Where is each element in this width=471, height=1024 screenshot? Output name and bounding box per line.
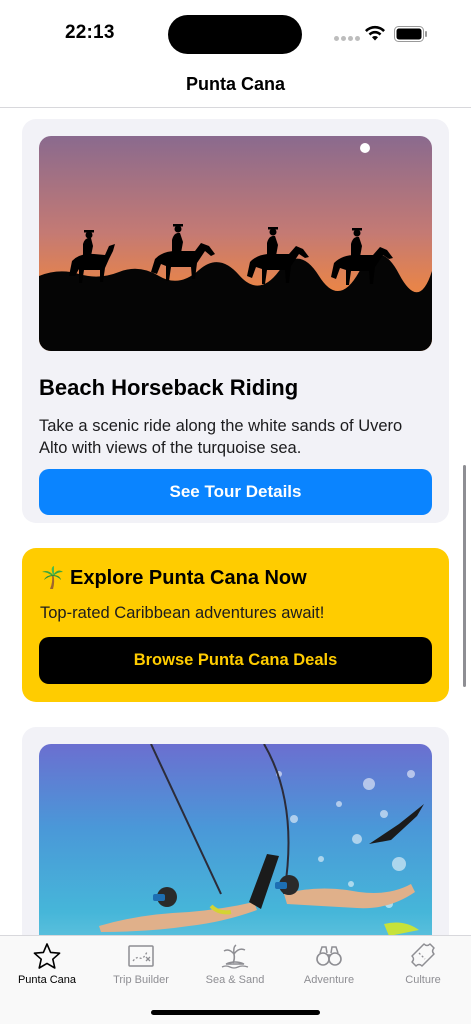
tab-label: Adventure <box>303 974 355 986</box>
tab-label: Sea & Sand <box>205 974 265 986</box>
tab-label: Culture <box>405 974 441 986</box>
signal-dots-icon <box>334 36 360 41</box>
app-screen: 22:13 Punta Cana Beach Horseback Riding … <box>0 0 471 1024</box>
tab-label: Trip Builder <box>113 974 169 986</box>
tour-image <box>39 136 432 351</box>
palm-tree-icon <box>42 566 63 589</box>
scroll-indicator[interactable] <box>463 465 466 687</box>
tab-adventure[interactable]: Adventure <box>282 942 376 986</box>
star-icon <box>33 943 61 969</box>
promo-subtitle: Top-rated Caribbean adventures await! <box>40 604 325 622</box>
page-title: Punta Cana <box>185 74 286 94</box>
island-icon <box>221 944 249 969</box>
binoculars-icon <box>316 946 342 966</box>
see-tour-details-button[interactable]: See Tour Details <box>39 469 432 515</box>
tour-card: Beach Horseback Riding Take a scenic rid… <box>22 119 449 523</box>
tour-description: Take a scenic ride along the white sands… <box>39 417 403 457</box>
browse-deals-button[interactable]: Browse Punta Cana Deals <box>39 637 432 684</box>
promo-title-row: Explore Punta Cana Now <box>40 566 307 590</box>
snorkel-card <box>22 727 449 935</box>
navigation-bar: Punta Cana <box>0 66 471 108</box>
promo-title: Explore Punta Cana Now <box>70 566 307 589</box>
content-scroll-area[interactable]: Beach Horseback Riding Take a scenic rid… <box>0 109 471 935</box>
status-bar: 22:13 <box>0 0 471 66</box>
tab-label: Punta Cana <box>17 974 77 986</box>
status-time: 22:13 <box>65 22 115 43</box>
tour-title: Beach Horseback Riding <box>39 375 299 400</box>
dynamic-island <box>168 15 302 54</box>
map-icon <box>128 945 154 967</box>
tab-culture[interactable]: Culture <box>376 942 470 986</box>
tab-trip-builder[interactable]: Trip Builder <box>94 942 188 986</box>
tab-punta-cana[interactable]: Punta Cana <box>0 942 94 986</box>
battery-icon <box>394 26 427 42</box>
tab-sea-sand[interactable]: Sea & Sand <box>188 942 282 986</box>
ticket-icon <box>411 943 435 967</box>
wifi-icon <box>365 25 385 41</box>
promo-card: Explore Punta Cana Now Top-rated Caribbe… <box>22 548 449 702</box>
snorkel-image <box>39 744 432 935</box>
home-indicator[interactable] <box>151 1010 320 1015</box>
